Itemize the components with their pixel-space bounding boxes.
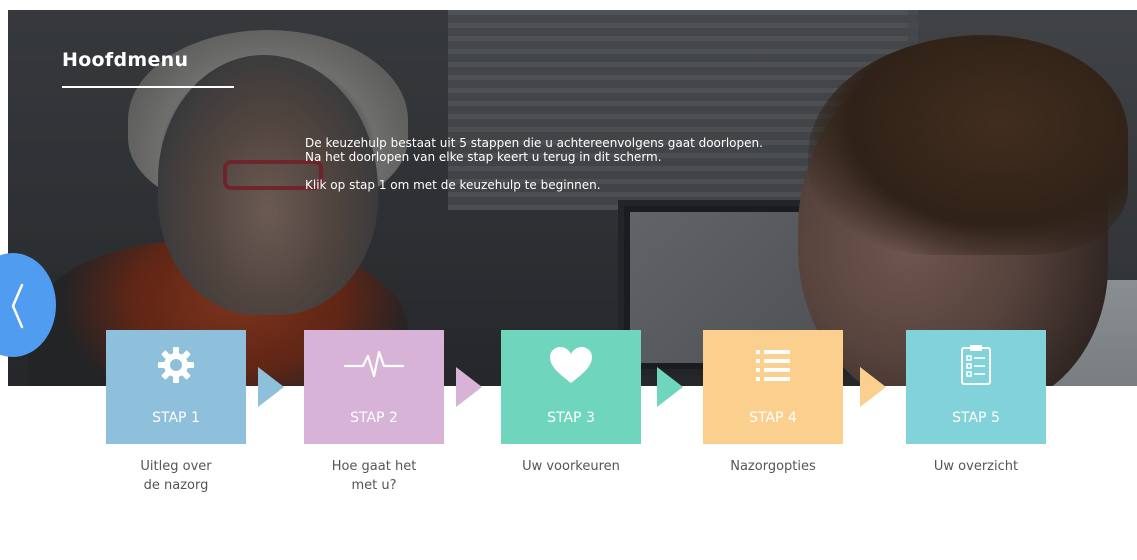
step-5-button[interactable]: STAP 5 [906,330,1046,444]
intro-line-2: Na het doorlopen van elke stap keert u t… [305,150,662,164]
step-2-label: STAP 2 [350,410,398,426]
page-title: Hoofdmenu [62,49,189,71]
intro-line-3: Klik op stap 1 om met de keuzehulp te be… [305,178,601,192]
list-icon [703,330,843,400]
step-1-caption: Uitleg over de nazorg [140,459,212,493]
step-5-label: STAP 5 [952,410,1000,426]
step-3-button[interactable]: STAP 3 [501,330,641,444]
step-4-caption: Nazorgopties [730,459,816,474]
intro-text: De keuzehulp bestaat uit 5 stappen die u… [305,136,865,192]
gear-icon [106,330,246,400]
step-2-button[interactable]: STAP 2 [304,330,444,444]
step-5-caption: Uw overzicht [933,459,1019,474]
step-arrow-2 [456,367,482,407]
step-2-caption: Hoe gaat het met u? [331,459,417,493]
step-4-label: STAP 4 [749,410,797,426]
title-underline [62,86,234,88]
step-arrow-3 [657,367,683,407]
step-arrow-4 [860,367,886,407]
step-1-button[interactable]: STAP 1 [106,330,246,444]
main-menu-screen: Hoofdmenu De keuzehulp bestaat uit 5 sta… [0,0,1137,560]
intro-line-1: De keuzehulp bestaat uit 5 stappen die u… [305,136,763,150]
step-arrow-1 [258,367,284,407]
checklist-icon [906,330,1046,400]
step-1-label: STAP 1 [152,410,200,426]
step-3-label: STAP 3 [547,410,595,426]
step-3-caption: Uw voorkeuren [522,459,620,474]
heartbeat-icon [304,330,444,400]
chevron-left-icon [11,283,24,329]
step-4-button[interactable]: STAP 4 [703,330,843,444]
heart-icon [501,330,641,400]
